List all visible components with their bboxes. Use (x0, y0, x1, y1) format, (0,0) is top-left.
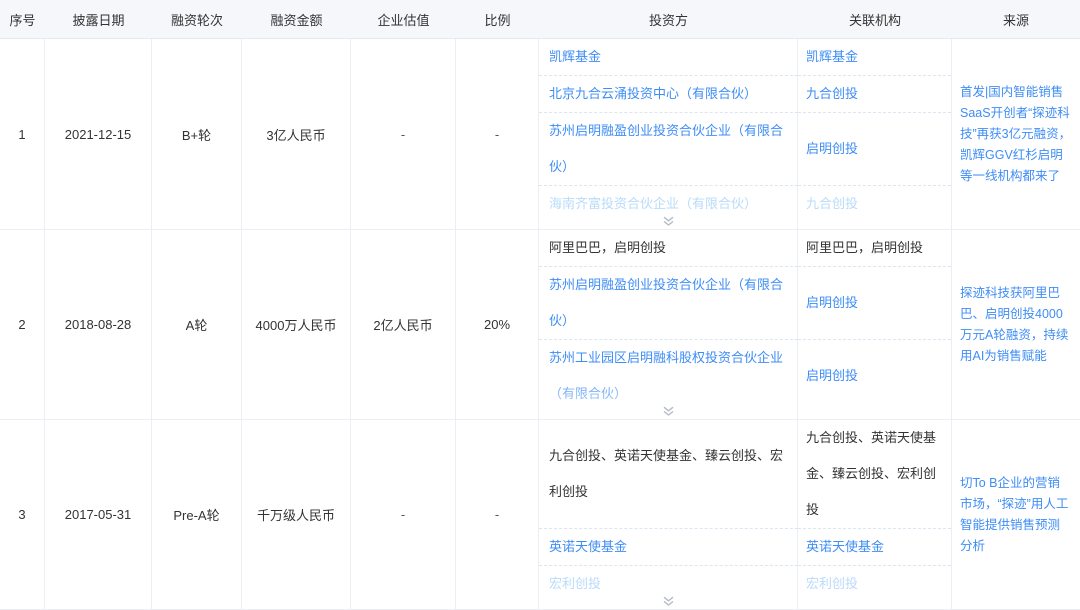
related-org-link[interactable]: 宏利创投 (806, 566, 858, 602)
related-org-link[interactable]: 九合创投 (806, 76, 858, 112)
col-header-amount: 融资金额 (242, 0, 351, 38)
double-chevron-down-icon[interactable] (661, 595, 675, 607)
related-org-cell: 启明创投 (798, 112, 951, 185)
investor-cell: 苏州启明融盈创业投资合伙企业（有限合伙） (539, 112, 798, 185)
related-org-cell: 九合创投、英诺天使基金、臻云创投、宏利创投 (798, 420, 951, 528)
col-header-investors: 投资方 (539, 0, 798, 38)
cell-valuation: - (351, 420, 456, 609)
investor-link[interactable]: 凯辉基金 (549, 39, 601, 75)
source-cell: 首发|国内智能销售SaaS开创者“探迹科技”再获3亿元融资，凯辉GGV红杉启明等… (952, 39, 1080, 229)
investor-cell: 北京九合云涌投资中心（有限合伙） (539, 75, 798, 112)
col-header-related-orgs: 关联机构 (798, 0, 952, 38)
investor-link[interactable]: 苏州启明融盈创业投资合伙企业（有限合伙） (549, 267, 787, 339)
investor-cell: 九合创投、英诺天使基金、臻云创投、宏利创投 (539, 420, 798, 528)
investor-cell: 苏州启明融盈创业投资合伙企业（有限合伙） (539, 266, 798, 339)
investor-cell: 凯辉基金 (539, 39, 798, 75)
source-link[interactable]: 首发|国内智能销售SaaS开创者“探迹科技”再获3亿元融资，凯辉GGV红杉启明等… (960, 82, 1072, 187)
funding-history-table: 序号 披露日期 融资轮次 融资金额 企业估值 比例 投资方 关联机构 来源 1 … (0, 0, 1080, 610)
table-row: 2 2018-08-28 A轮 4000万人民币 2亿人民币 20% 阿里巴巴，… (0, 230, 1080, 420)
related-org-link[interactable]: 凯辉基金 (806, 39, 858, 75)
related-org-link[interactable]: 启明创投 (806, 131, 858, 167)
related-org-link[interactable]: 启明创投 (806, 358, 858, 394)
source-cell: 切To B企业的营销市场，“探迹”用人工智能提供销售预测分析 (952, 420, 1080, 609)
related-org-cell: 阿里巴巴，启明创投 (798, 230, 951, 266)
cell-valuation: 2亿人民币 (351, 230, 456, 419)
investor-link[interactable]: 英诺天使基金 (549, 529, 627, 565)
cell-date: 2021-12-15 (45, 39, 152, 229)
related-org-cell: 九合创投 (798, 185, 951, 229)
related-org-cell: 宏利创投 (798, 565, 951, 609)
col-header-valuation: 企业估值 (351, 0, 456, 38)
source-link[interactable]: 探迹科技获阿里巴巴、启明创投4000万元A轮融资，持续用AI为销售赋能 (960, 283, 1072, 367)
investor-link[interactable]: 苏州工业园区启明融科股权投资合伙企业（有限合伙） (549, 340, 787, 412)
col-header-ratio: 比例 (456, 0, 539, 38)
cell-ratio: - (456, 420, 539, 609)
col-header-source: 来源 (952, 0, 1080, 38)
source-link[interactable]: 切To B企业的营销市场，“探迹”用人工智能提供销售预测分析 (960, 473, 1072, 557)
cell-amount: 4000万人民币 (242, 230, 351, 419)
double-chevron-down-icon[interactable] (661, 215, 675, 227)
related-org-cell: 启明创投 (798, 339, 951, 419)
related-org-link[interactable]: 九合创投 (806, 186, 858, 222)
double-chevron-down-icon[interactable] (661, 405, 675, 417)
related-org-link[interactable]: 英诺天使基金 (806, 529, 884, 565)
investor-text: 阿里巴巴，启明创投 (549, 230, 666, 266)
investor-cell: 英诺天使基金 (539, 528, 798, 565)
investor-link[interactable]: 海南齐富投资合伙企业（有限合伙） (549, 186, 757, 222)
investor-link[interactable]: 北京九合云涌投资中心（有限合伙） (549, 76, 757, 112)
related-org-text: 阿里巴巴，启明创投 (806, 230, 923, 266)
investor-text: 九合创投、英诺天使基金、臻云创投、宏利创投 (549, 438, 787, 510)
table-row: 1 2021-12-15 B+轮 3亿人民币 - - 凯辉基金 凯辉基金 北京九… (0, 39, 1080, 230)
cell-valuation: - (351, 39, 456, 229)
cell-index: 2 (0, 230, 45, 419)
investors-orgs-group: 凯辉基金 凯辉基金 北京九合云涌投资中心（有限合伙） 九合创投 苏州启明融盈创业… (539, 39, 952, 229)
cell-amount: 3亿人民币 (242, 39, 351, 229)
investor-link[interactable]: 宏利创投 (549, 566, 601, 602)
investor-cell: 阿里巴巴，启明创投 (539, 230, 798, 266)
cell-round: A轮 (152, 230, 242, 419)
cell-date: 2017-05-31 (45, 420, 152, 609)
investors-orgs-group: 阿里巴巴，启明创投 阿里巴巴，启明创投 苏州启明融盈创业投资合伙企业（有限合伙）… (539, 230, 952, 419)
cell-round: B+轮 (152, 39, 242, 229)
cell-round: Pre-A轮 (152, 420, 242, 609)
investor-link[interactable]: 苏州启明融盈创业投资合伙企业（有限合伙） (549, 113, 787, 185)
col-header-index: 序号 (0, 0, 45, 38)
col-header-date: 披露日期 (45, 0, 152, 38)
related-org-cell: 九合创投 (798, 75, 951, 112)
related-org-cell: 启明创投 (798, 266, 951, 339)
cell-date: 2018-08-28 (45, 230, 152, 419)
cell-ratio: - (456, 39, 539, 229)
investors-orgs-group: 九合创投、英诺天使基金、臻云创投、宏利创投 九合创投、英诺天使基金、臻云创投、宏… (539, 420, 952, 609)
source-cell: 探迹科技获阿里巴巴、启明创投4000万元A轮融资，持续用AI为销售赋能 (952, 230, 1080, 419)
related-org-cell: 英诺天使基金 (798, 528, 951, 565)
table-row: 3 2017-05-31 Pre-A轮 千万级人民币 - - 九合创投、英诺天使… (0, 420, 1080, 610)
related-org-cell: 凯辉基金 (798, 39, 951, 75)
col-header-round: 融资轮次 (152, 0, 242, 38)
table-header-row: 序号 披露日期 融资轮次 融资金额 企业估值 比例 投资方 关联机构 来源 (0, 0, 1080, 39)
cell-ratio: 20% (456, 230, 539, 419)
related-org-link[interactable]: 启明创投 (806, 285, 858, 321)
related-org-text: 九合创投、英诺天使基金、臻云创投、宏利创投 (806, 420, 943, 528)
cell-index: 3 (0, 420, 45, 609)
cell-index: 1 (0, 39, 45, 229)
cell-amount: 千万级人民币 (242, 420, 351, 609)
